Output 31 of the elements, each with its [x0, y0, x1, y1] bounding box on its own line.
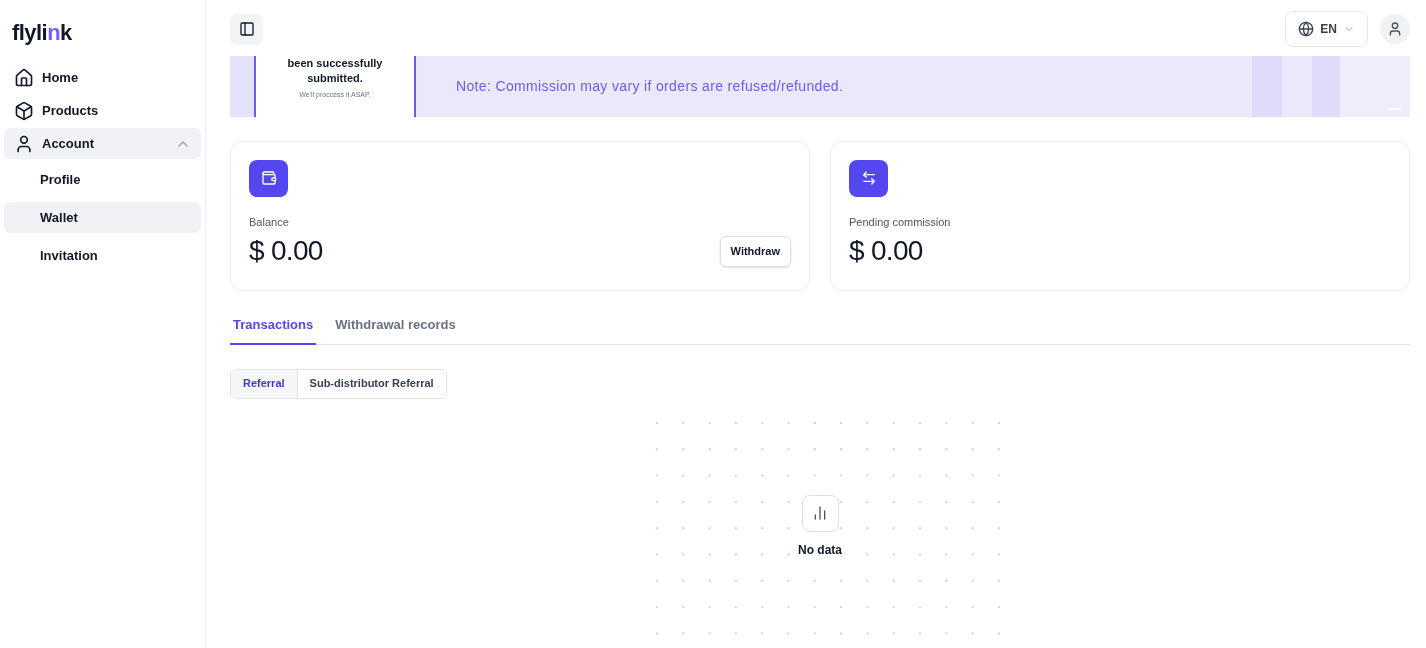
globe-icon — [1298, 21, 1315, 37]
sidebar-item[interactable]: Products — [4, 95, 201, 126]
banner-title: been successfully submitted. — [286, 56, 384, 86]
card-label: Pending commission — [849, 214, 952, 230]
tab[interactable]: Transactions — [230, 315, 317, 345]
bar-chart-icon — [812, 505, 828, 521]
logo: flylink — [11, 19, 73, 47]
cube-icon — [14, 100, 34, 121]
sidebar-panel-icon — [238, 21, 255, 37]
card-label: Balance — [249, 214, 290, 230]
card-amount: $ 0.00 — [849, 234, 923, 268]
wallet-icon — [260, 170, 277, 187]
sidebar-item[interactable]: Home — [4, 62, 201, 93]
language-button[interactable]: EN — [1285, 11, 1368, 47]
home-icon — [14, 67, 34, 88]
transfer-icon — [860, 170, 877, 187]
commission-note: Note: Commission may vary if orders are refused/refunded. — [456, 77, 844, 96]
tab[interactable]: Withdrawal records — [332, 315, 459, 345]
user-icon — [1387, 21, 1403, 37]
withdraw-button[interactable]: Withdraw — [719, 235, 791, 267]
sidebar-item[interactable]: Invitation — [4, 240, 201, 271]
card-amount: $ 0.00 — [249, 234, 323, 268]
sidebar-item[interactable]: Account — [4, 128, 201, 159]
sidebar-item[interactable]: Profile — [4, 164, 201, 195]
sidebar-item[interactable]: Wallet — [4, 202, 201, 233]
segment-button[interactable]: Referral — [231, 369, 297, 398]
segment-button[interactable]: Sub-distributor Referral — [296, 369, 446, 398]
sidebar-toggle-button[interactable] — [230, 13, 263, 45]
user-icon — [14, 133, 34, 154]
banner-edge-drawing — [230, 56, 256, 117]
user-avatar-button[interactable] — [1380, 14, 1410, 44]
